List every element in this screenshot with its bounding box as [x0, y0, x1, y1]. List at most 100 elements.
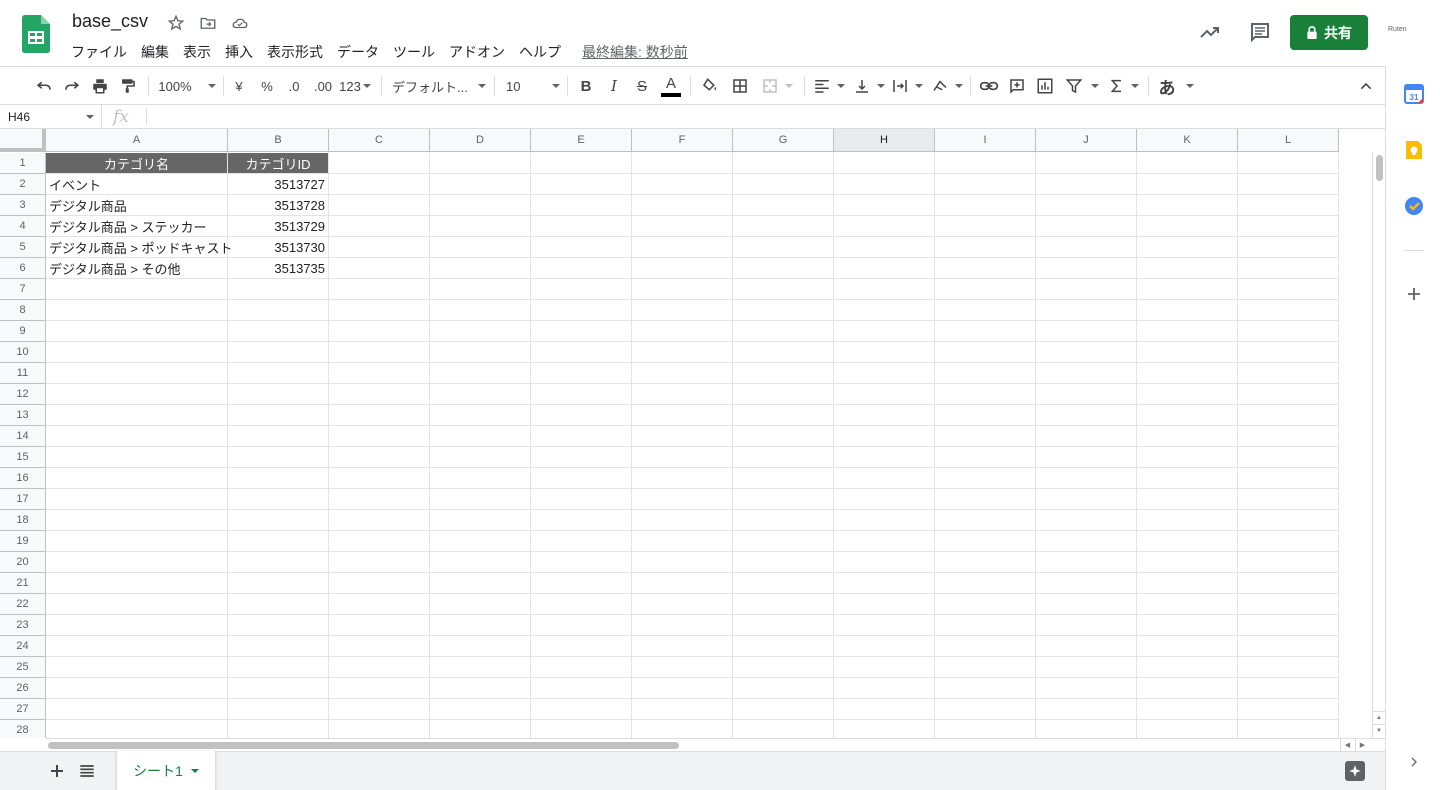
select-all-corner[interactable] — [0, 129, 46, 152]
redo-button[interactable] — [60, 67, 84, 105]
cell-b23[interactable] — [228, 615, 329, 636]
cell-g6[interactable] — [733, 258, 834, 279]
text-wrap-button[interactable] — [890, 67, 924, 105]
cell-j23[interactable] — [1036, 615, 1137, 636]
column-header-b[interactable]: B — [228, 129, 329, 152]
row-header-25[interactable]: 25 — [0, 657, 46, 678]
cell-c13[interactable] — [329, 405, 430, 426]
keep-icon[interactable] — [1404, 140, 1424, 160]
menu-tools[interactable]: ツール — [386, 40, 442, 64]
cell-a6[interactable]: デジタル商品 > その他 — [46, 258, 228, 279]
cell-l24[interactable] — [1238, 636, 1339, 657]
cell-b12[interactable] — [228, 384, 329, 405]
cell-c12[interactable] — [329, 384, 430, 405]
cell-l14[interactable] — [1238, 426, 1339, 447]
cell-c16[interactable] — [329, 468, 430, 489]
cell-i22[interactable] — [935, 594, 1036, 615]
print-button[interactable] — [88, 67, 112, 105]
menu-format[interactable]: 表示形式 — [260, 40, 330, 64]
cell-i23[interactable] — [935, 615, 1036, 636]
cell-b5[interactable]: 3513730 — [228, 237, 329, 258]
cell-b1[interactable]: カテゴリID — [228, 153, 329, 174]
cell-h20[interactable] — [834, 552, 935, 573]
calendar-icon[interactable]: 31 — [1404, 84, 1424, 104]
cell-j2[interactable] — [1036, 174, 1137, 195]
cell-l25[interactable] — [1238, 657, 1339, 678]
row-header-2[interactable]: 2 — [0, 174, 46, 195]
cell-l9[interactable] — [1238, 321, 1339, 342]
cell-j17[interactable] — [1036, 489, 1137, 510]
cell-f8[interactable] — [632, 300, 733, 321]
sheets-logo-icon[interactable] — [22, 15, 50, 53]
cell-k26[interactable] — [1137, 678, 1238, 699]
cell-c7[interactable] — [329, 279, 430, 300]
cell-i5[interactable] — [935, 237, 1036, 258]
name-box[interactable]: H46 — [0, 105, 102, 128]
cell-k19[interactable] — [1137, 531, 1238, 552]
filter-button[interactable] — [1063, 67, 1101, 105]
cell-e14[interactable] — [531, 426, 632, 447]
row-header-21[interactable]: 21 — [0, 573, 46, 594]
cell-c9[interactable] — [329, 321, 430, 342]
cell-l8[interactable] — [1238, 300, 1339, 321]
cell-f25[interactable] — [632, 657, 733, 678]
cell-g1[interactable] — [733, 153, 834, 174]
cell-k8[interactable] — [1137, 300, 1238, 321]
cell-f9[interactable] — [632, 321, 733, 342]
cell-h13[interactable] — [834, 405, 935, 426]
account-badge[interactable]: Ruten — [1388, 26, 1407, 33]
cell-c24[interactable] — [329, 636, 430, 657]
cell-i4[interactable] — [935, 216, 1036, 237]
cell-f18[interactable] — [632, 510, 733, 531]
get-addons-button[interactable] — [1404, 284, 1424, 304]
hide-menus-button[interactable] — [1354, 67, 1378, 105]
cell-j14[interactable] — [1036, 426, 1137, 447]
cell-a24[interactable] — [46, 636, 228, 657]
all-sheets-button[interactable] — [77, 761, 99, 783]
cell-h1[interactable] — [834, 153, 935, 174]
cell-j19[interactable] — [1036, 531, 1137, 552]
cell-d14[interactable] — [430, 426, 531, 447]
cell-e1[interactable] — [531, 153, 632, 174]
row-header-18[interactable]: 18 — [0, 510, 46, 531]
cell-c25[interactable] — [329, 657, 430, 678]
cell-f24[interactable] — [632, 636, 733, 657]
cell-b21[interactable] — [228, 573, 329, 594]
cell-i24[interactable] — [935, 636, 1036, 657]
cell-b27[interactable] — [228, 699, 329, 720]
cell-e18[interactable] — [531, 510, 632, 531]
cell-i14[interactable] — [935, 426, 1036, 447]
cell-f17[interactable] — [632, 489, 733, 510]
cell-g13[interactable] — [733, 405, 834, 426]
cell-j15[interactable] — [1036, 447, 1137, 468]
cell-g22[interactable] — [733, 594, 834, 615]
cell-a28[interactable] — [46, 720, 228, 738]
cell-a2[interactable]: イベント — [46, 174, 228, 195]
cell-j3[interactable] — [1036, 195, 1137, 216]
cell-d4[interactable] — [430, 216, 531, 237]
cell-k21[interactable] — [1137, 573, 1238, 594]
cell-k9[interactable] — [1137, 321, 1238, 342]
cell-l27[interactable] — [1238, 699, 1339, 720]
cell-e6[interactable] — [531, 258, 632, 279]
cell-e8[interactable] — [531, 300, 632, 321]
column-header-a[interactable]: A — [46, 129, 228, 152]
cell-c23[interactable] — [329, 615, 430, 636]
cell-i12[interactable] — [935, 384, 1036, 405]
row-header-12[interactable]: 12 — [0, 384, 46, 405]
cell-k18[interactable] — [1137, 510, 1238, 531]
cell-g19[interactable] — [733, 531, 834, 552]
scroll-left-arrow[interactable]: ◀ — [1340, 739, 1354, 751]
cell-a20[interactable] — [46, 552, 228, 573]
cell-c2[interactable] — [329, 174, 430, 195]
cell-g27[interactable] — [733, 699, 834, 720]
menu-edit[interactable]: 編集 — [134, 40, 176, 64]
cell-h9[interactable] — [834, 321, 935, 342]
row-header-1[interactable]: 1 — [0, 153, 46, 174]
cell-k4[interactable] — [1137, 216, 1238, 237]
menu-file[interactable]: ファイル — [64, 40, 134, 64]
cell-g16[interactable] — [733, 468, 834, 489]
cell-c10[interactable] — [329, 342, 430, 363]
cell-h27[interactable] — [834, 699, 935, 720]
scroll-up-arrow[interactable]: ▲ — [1373, 711, 1385, 723]
